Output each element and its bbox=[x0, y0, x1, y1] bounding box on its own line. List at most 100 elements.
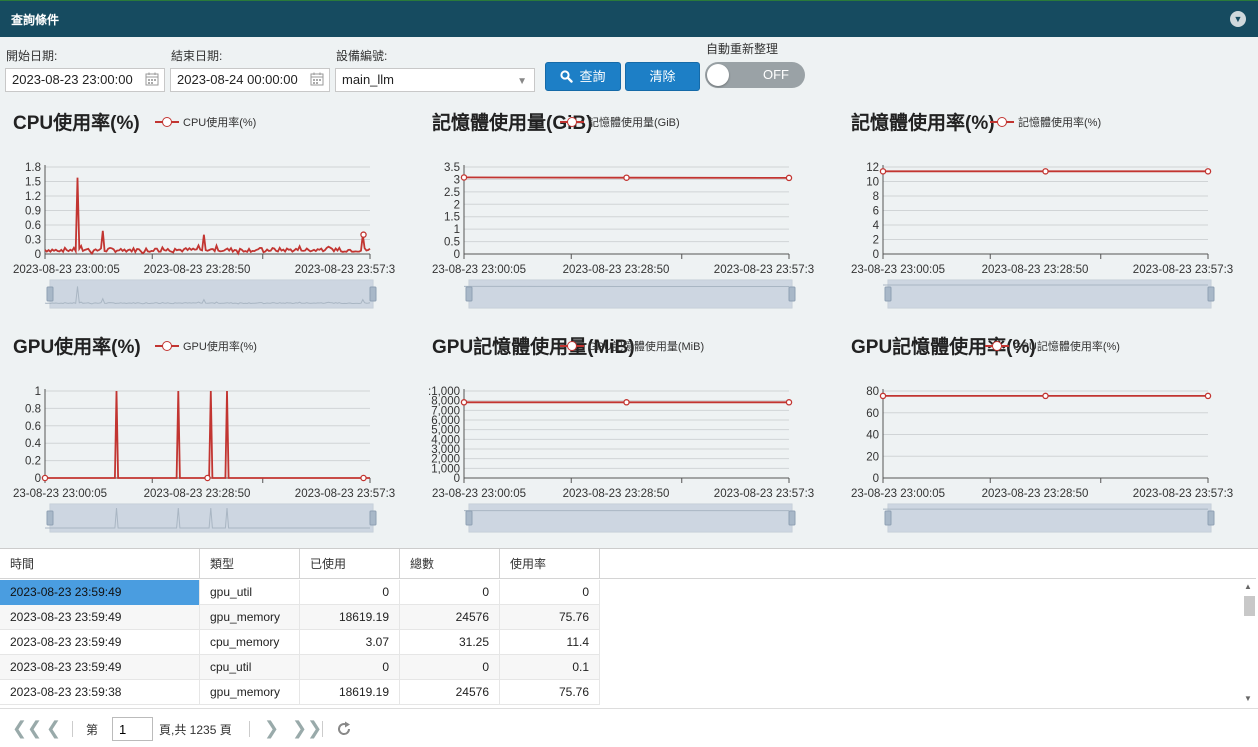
chevron-down-icon[interactable]: ▼ bbox=[1230, 11, 1246, 27]
end-date-input[interactable]: 2023-08-24 00:00:00 bbox=[170, 68, 330, 92]
data-point[interactable] bbox=[460, 399, 468, 406]
x-tick-label: 2023-08-23 23:28:50 bbox=[982, 488, 1089, 500]
data-point[interactable] bbox=[785, 399, 793, 406]
dropdown-arrow-icon[interactable]: ▼ bbox=[517, 74, 527, 90]
y-tick-label: 0.2 bbox=[25, 456, 41, 468]
zoom-handle[interactable] bbox=[1207, 510, 1215, 526]
data-point[interactable] bbox=[785, 174, 793, 182]
zoom-window[interactable] bbox=[888, 280, 1211, 308]
y-tick-label: 0.5 bbox=[444, 237, 460, 249]
start-date-label: 開始日期: bbox=[6, 49, 58, 63]
table-row[interactable]: 2023-08-23 23:59:49 cpu_memory 3.07 31.2… bbox=[0, 630, 600, 655]
scroll-down-icon[interactable]: ▼ bbox=[1244, 694, 1252, 703]
y-tick-label: 1.2 bbox=[25, 191, 41, 203]
grid-header: 時間 類型 已使用 總數 使用率 bbox=[0, 549, 1256, 579]
auto-refresh-label: 自動重新整理 bbox=[706, 42, 779, 56]
series-line bbox=[45, 390, 370, 479]
end-date-value: 2023-08-24 00:00:00 bbox=[177, 72, 298, 87]
search-button[interactable]: 查詢 bbox=[545, 62, 621, 91]
first-page-icon[interactable]: ❮❮ bbox=[12, 718, 42, 739]
scroll-up-icon[interactable]: ▲ bbox=[1244, 582, 1252, 591]
zoom-handle[interactable] bbox=[369, 286, 377, 302]
y-tick-label: 1.8 bbox=[25, 162, 41, 174]
y-tick-label: 20 bbox=[866, 451, 879, 463]
data-point[interactable] bbox=[360, 474, 367, 482]
series-line bbox=[44, 177, 371, 256]
prev-page-icon[interactable]: ❮ bbox=[46, 718, 61, 739]
data-point[interactable] bbox=[41, 474, 49, 482]
data-point[interactable] bbox=[1042, 168, 1049, 175]
pager-separator bbox=[249, 721, 250, 737]
y-tick-label: 60 bbox=[866, 408, 879, 420]
column-header-used[interactable]: 已使用 bbox=[300, 549, 400, 579]
zoom-handle[interactable] bbox=[465, 286, 473, 302]
y-tick-label: 0 bbox=[873, 473, 879, 485]
cell-total: 0 bbox=[400, 655, 500, 680]
scrollbar-thumb[interactable] bbox=[1244, 596, 1255, 616]
zoom-window[interactable] bbox=[888, 504, 1211, 532]
data-point[interactable] bbox=[879, 168, 887, 175]
table-row[interactable]: 2023-08-23 23:59:49 cpu_util 0 0 0.1 bbox=[0, 655, 600, 680]
zoom-handle[interactable] bbox=[884, 510, 892, 526]
column-header-rate[interactable]: 使用率 bbox=[500, 549, 600, 579]
page-suffix: 頁,共 1235 頁 bbox=[159, 723, 232, 737]
calendar-icon[interactable] bbox=[310, 72, 324, 86]
y-tick-label: 1 bbox=[454, 224, 460, 236]
table-row[interactable]: 2023-08-23 23:59:49 gpu_memory 18619.19 … bbox=[0, 605, 600, 630]
chart-plot: 0 20 40 60 80 23-08-23 23:00:05 2023-08-23 23:… bbox=[851, 386, 1233, 533]
calendar-icon[interactable] bbox=[145, 72, 159, 86]
clear-button[interactable]: 清除 bbox=[625, 62, 700, 91]
last-page-icon[interactable]: ❯❯ bbox=[292, 718, 322, 739]
column-header-type[interactable]: 類型 bbox=[200, 549, 300, 579]
start-date-input[interactable]: 2023-08-23 23:00:00 bbox=[5, 68, 165, 92]
auto-refresh-toggle[interactable]: OFF bbox=[705, 62, 805, 88]
data-point[interactable] bbox=[1204, 168, 1212, 175]
data-point[interactable] bbox=[460, 174, 468, 181]
zoom-handle[interactable] bbox=[788, 510, 796, 526]
page-number-input[interactable] bbox=[112, 717, 153, 741]
table-row[interactable]: 2023-08-23 23:59:38 gpu_memory 18619.19 … bbox=[0, 680, 600, 705]
grid-scrollbar[interactable]: ▲ ▼ bbox=[1242, 580, 1256, 708]
data-point[interactable] bbox=[879, 392, 887, 400]
zoom-window[interactable] bbox=[50, 280, 373, 308]
device-value: main_llm bbox=[342, 72, 395, 87]
column-header-total[interactable]: 總數 bbox=[400, 549, 500, 579]
data-point[interactable] bbox=[623, 174, 630, 181]
y-tick-label: 0.3 bbox=[25, 235, 41, 247]
data-point[interactable] bbox=[360, 231, 367, 238]
chart-plot: 00.511.522.533.5 23-08-23 23:00:05 2023-08… bbox=[432, 162, 814, 309]
chart-plot: 01,0002,0003,0004,0005,0006,0007,0008,00… bbox=[428, 386, 814, 533]
zoom-handle[interactable] bbox=[788, 286, 796, 302]
zoom-handle[interactable] bbox=[46, 510, 54, 526]
zoom-handle[interactable] bbox=[46, 286, 54, 302]
refresh-icon[interactable] bbox=[335, 720, 353, 738]
toggle-knob[interactable] bbox=[707, 64, 729, 86]
y-tick-label: 2 bbox=[454, 199, 460, 211]
y-tick-label: 4 bbox=[873, 220, 880, 232]
cell-time: 2023-08-23 23:59:49 bbox=[0, 655, 200, 680]
cell-used: 3.07 bbox=[300, 630, 400, 655]
data-point[interactable] bbox=[1204, 392, 1212, 400]
zoom-handle[interactable] bbox=[884, 286, 892, 302]
x-tick-label: 2023-08-23 23:57:3 bbox=[1133, 264, 1233, 276]
x-tick-label: 23-08-23 23:00:05 bbox=[432, 264, 526, 276]
cell-used: 0 bbox=[300, 580, 400, 605]
data-point[interactable] bbox=[623, 399, 630, 406]
cell-used: 18619.19 bbox=[300, 680, 400, 705]
zoom-window[interactable] bbox=[469, 504, 792, 532]
next-page-icon[interactable]: ❯ bbox=[264, 718, 279, 739]
column-header-time[interactable]: 時間 bbox=[0, 549, 200, 579]
x-tick-label: 2023-08-23 23:57:3 bbox=[295, 264, 395, 276]
cell-time: 2023-08-23 23:59:49 bbox=[0, 630, 200, 655]
cell-time: 2023-08-23 23:59:38 bbox=[0, 680, 200, 705]
device-select[interactable]: main_llm ▼ bbox=[335, 68, 535, 92]
zoom-handle[interactable] bbox=[369, 510, 377, 526]
zoom-handle[interactable] bbox=[1207, 286, 1215, 302]
zoom-handle[interactable] bbox=[465, 510, 473, 526]
data-point[interactable] bbox=[1042, 392, 1049, 400]
chart-plot: 0 0.3 0.6 0.9 1.2 1.5 1.8 2023-08-23 23:00:05 20… bbox=[13, 162, 395, 309]
table-row[interactable]: 2023-08-23 23:59:49 gpu_util 0 0 0 bbox=[0, 580, 600, 605]
data-point[interactable] bbox=[204, 474, 211, 482]
zoom-window[interactable] bbox=[469, 280, 792, 308]
end-date-label: 結束日期: bbox=[171, 49, 223, 63]
